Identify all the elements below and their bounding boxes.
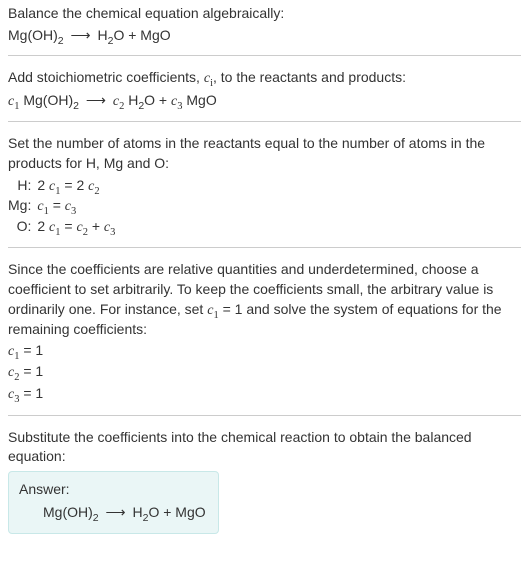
c-sym: c1: [8, 344, 19, 359]
divider: [8, 55, 521, 56]
ans-rhs-rest: O + MgO: [148, 504, 205, 520]
c-sym: c3: [8, 387, 19, 402]
arrow-icon: ⟶: [71, 27, 91, 43]
eq: =: [49, 197, 65, 213]
stoich-pre: Add stoichiometric coefficients,: [8, 69, 204, 85]
eq-rhs-rest: O + MgO: [113, 27, 170, 43]
table-row: H: 2 c1 = 2 c2: [8, 176, 119, 197]
eq-rhs-h2o: H: [97, 27, 107, 43]
c-sym: c2: [76, 220, 87, 235]
val: = 1: [19, 342, 43, 358]
c-sym: c3: [65, 199, 76, 214]
c1: c1: [8, 94, 19, 109]
divider: [8, 415, 521, 416]
val: = 1: [19, 363, 43, 379]
coef: 2: [37, 218, 49, 234]
coef: 2: [37, 177, 49, 193]
eq: = 2: [61, 177, 89, 193]
atoms-table: H: 2 c1 = 2 c2 Mg: c1 = c3 O: 2 c1 = c2 …: [8, 176, 119, 238]
intro-text: Balance the chemical equation algebraica…: [8, 4, 521, 24]
equation-cell: 2 c1 = 2 c2: [37, 176, 119, 197]
element-label: H:: [8, 176, 37, 197]
table-row: Mg: c1 = c3: [8, 196, 119, 217]
sp2: H: [124, 92, 138, 108]
c-sym: c3: [104, 220, 115, 235]
coef-line: c1 = 1: [8, 341, 521, 362]
sub: 3: [71, 206, 76, 217]
element-label: Mg:: [8, 196, 37, 217]
subst-text: Substitute the coefficients into the che…: [8, 428, 521, 467]
eq: =: [61, 218, 77, 234]
ans-rhs-h: H: [132, 504, 142, 520]
c-sym: c1: [49, 179, 60, 194]
answer-equation: Mg(OH)2 ⟶ H2O + MgO: [43, 503, 206, 523]
intro-equation: Mg(OH)2 ⟶ H2O + MgO: [8, 26, 521, 46]
c-sym: c1: [37, 199, 48, 214]
val: = 1: [19, 385, 43, 401]
sub: 3: [110, 227, 115, 238]
eq-lhs: Mg(OH): [8, 27, 58, 43]
table-row: O: 2 c1 = c2 + c3: [8, 217, 119, 238]
answer-box: Answer: Mg(OH)2 ⟶ H2O + MgO: [8, 471, 219, 534]
solve-section: Since the coefficients are relative quan…: [8, 260, 521, 404]
sub: 2: [94, 185, 99, 196]
atoms-intro: Set the number of atoms in the reactants…: [8, 134, 521, 173]
c1-sym: c1: [207, 303, 218, 318]
plus: +: [88, 218, 104, 234]
ans-lhs-sub: 2: [93, 512, 99, 524]
c3: c3: [171, 94, 182, 109]
c2: c2: [113, 94, 124, 109]
c-sym: c2: [8, 365, 19, 380]
solve-text: Since the coefficients are relative quan…: [8, 260, 521, 339]
coef-line: c3 = 1: [8, 384, 521, 405]
arrow-icon: ⟶: [86, 92, 106, 108]
answer-label: Answer:: [19, 480, 206, 500]
stoich-text: Add stoichiometric coefficients, ci, to …: [8, 68, 521, 89]
equation-cell: c1 = c3: [37, 196, 119, 217]
coef-line: c2 = 1: [8, 362, 521, 383]
arrow-icon: ⟶: [106, 504, 126, 520]
intro-section: Balance the chemical equation algebraica…: [8, 4, 521, 45]
stoich-section: Add stoichiometric coefficients, ci, to …: [8, 68, 521, 111]
stoich-post: , to the reactants and products:: [213, 69, 406, 85]
element-label: O:: [8, 217, 37, 238]
ci-symbol: ci: [204, 71, 213, 86]
eq-lhs-sub: 2: [58, 34, 64, 46]
atoms-section: Set the number of atoms in the reactants…: [8, 134, 521, 237]
c-sym: c1: [49, 220, 60, 235]
sp2-o: O +: [144, 92, 171, 108]
divider: [8, 121, 521, 122]
sp3: MgO: [182, 92, 216, 108]
c-sym: c2: [88, 179, 99, 194]
subst-section: Substitute the coefficients into the che…: [8, 428, 521, 534]
ans-lhs: Mg(OH): [43, 504, 93, 520]
sp1: Mg(OH): [19, 92, 73, 108]
divider: [8, 247, 521, 248]
stoich-equation: c1 Mg(OH)2 ⟶ c2 H2O + c3 MgO: [8, 91, 521, 112]
sp1-sub: 2: [73, 100, 79, 112]
equation-cell: 2 c1 = c2 + c3: [37, 217, 119, 238]
